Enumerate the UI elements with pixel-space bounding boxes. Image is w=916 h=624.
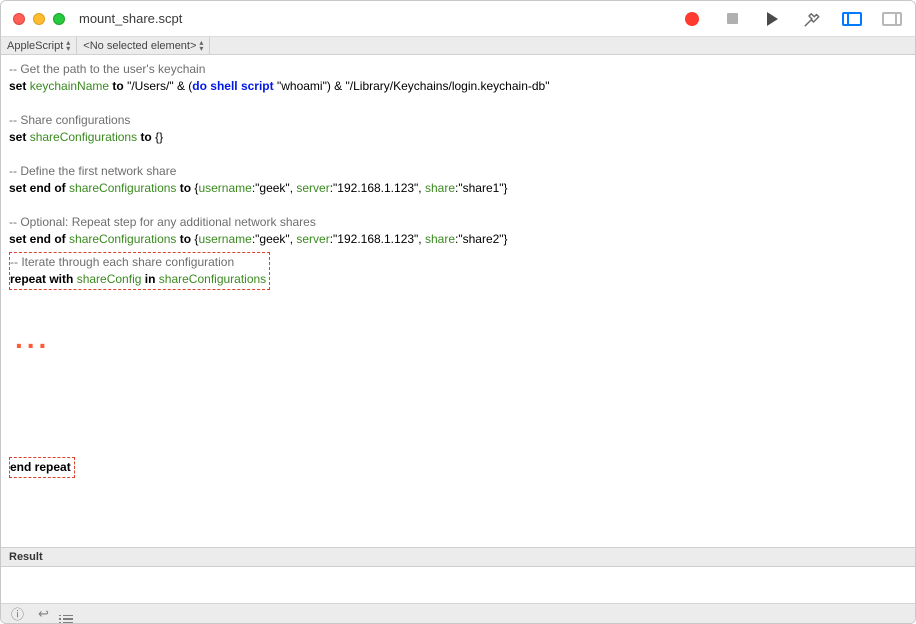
code-line: set keychainName to "/Users/" & (do shel… [9, 78, 907, 95]
language-label: AppleScript [7, 40, 63, 52]
navigation-bar: AppleScript ▴▾ <No selected element> ▴▾ [1, 37, 915, 55]
result-pane[interactable] [1, 567, 915, 603]
ellipsis-marker: ... [15, 330, 907, 347]
result-label: Result [9, 551, 43, 563]
left-pane-icon [842, 12, 862, 26]
code-line: set end of shareConfigurations to {usern… [9, 180, 907, 197]
code-comment: -- Iterate through each share configurat… [10, 254, 266, 271]
stop-icon [727, 13, 738, 24]
code-line: end repeat [10, 460, 71, 474]
script-editor-window: mount_share.scpt AppleScript ▴▾ <No sele… [0, 0, 916, 624]
right-pane-icon [882, 12, 902, 26]
language-selector[interactable]: AppleScript ▴▾ [1, 37, 77, 54]
play-icon [767, 12, 778, 26]
highlight-box-repeat: -- Iterate through each share configurat… [9, 252, 270, 290]
highlight-box-end: end repeat [9, 457, 75, 478]
play-button[interactable] [761, 8, 783, 30]
titlebar: mount_share.scpt [1, 1, 915, 37]
right-pane-toggle[interactable] [881, 8, 903, 30]
stop-button[interactable] [721, 8, 743, 30]
code-editor[interactable]: -- Get the path to the user's keychain s… [1, 55, 915, 547]
toolbar [681, 8, 903, 30]
chevron-updown-icon: ▴▾ [199, 40, 203, 52]
record-button[interactable] [681, 8, 703, 30]
list-icon[interactable] [63, 604, 73, 623]
hammer-icon [803, 10, 821, 28]
window-title: mount_share.scpt [79, 11, 182, 26]
element-label: <No selected element> [83, 40, 196, 52]
code-line: repeat with shareConfig in shareConfigur… [10, 271, 266, 288]
traffic-lights [13, 13, 65, 25]
compile-button[interactable] [801, 8, 823, 30]
code-comment: -- Share configurations [9, 112, 907, 129]
chevron-updown-icon: ▴▾ [66, 40, 70, 52]
code-comment: -- Define the first network share [9, 163, 907, 180]
info-icon[interactable]: ⓘ [11, 604, 24, 623]
close-button[interactable] [13, 13, 25, 25]
result-header: Result [1, 547, 915, 567]
maximize-button[interactable] [53, 13, 65, 25]
code-comment: -- Optional: Repeat step for any additio… [9, 214, 907, 231]
footer-bar: ⓘ ↩ [1, 603, 915, 623]
minimize-button[interactable] [33, 13, 45, 25]
record-icon [685, 12, 699, 26]
element-selector[interactable]: <No selected element> ▴▾ [77, 37, 210, 54]
return-icon[interactable]: ↩ [38, 606, 49, 622]
code-line: set shareConfigurations to {} [9, 129, 907, 146]
left-pane-toggle[interactable] [841, 8, 863, 30]
code-line: set end of shareConfigurations to {usern… [9, 231, 907, 248]
code-comment: -- Get the path to the user's keychain [9, 61, 907, 78]
